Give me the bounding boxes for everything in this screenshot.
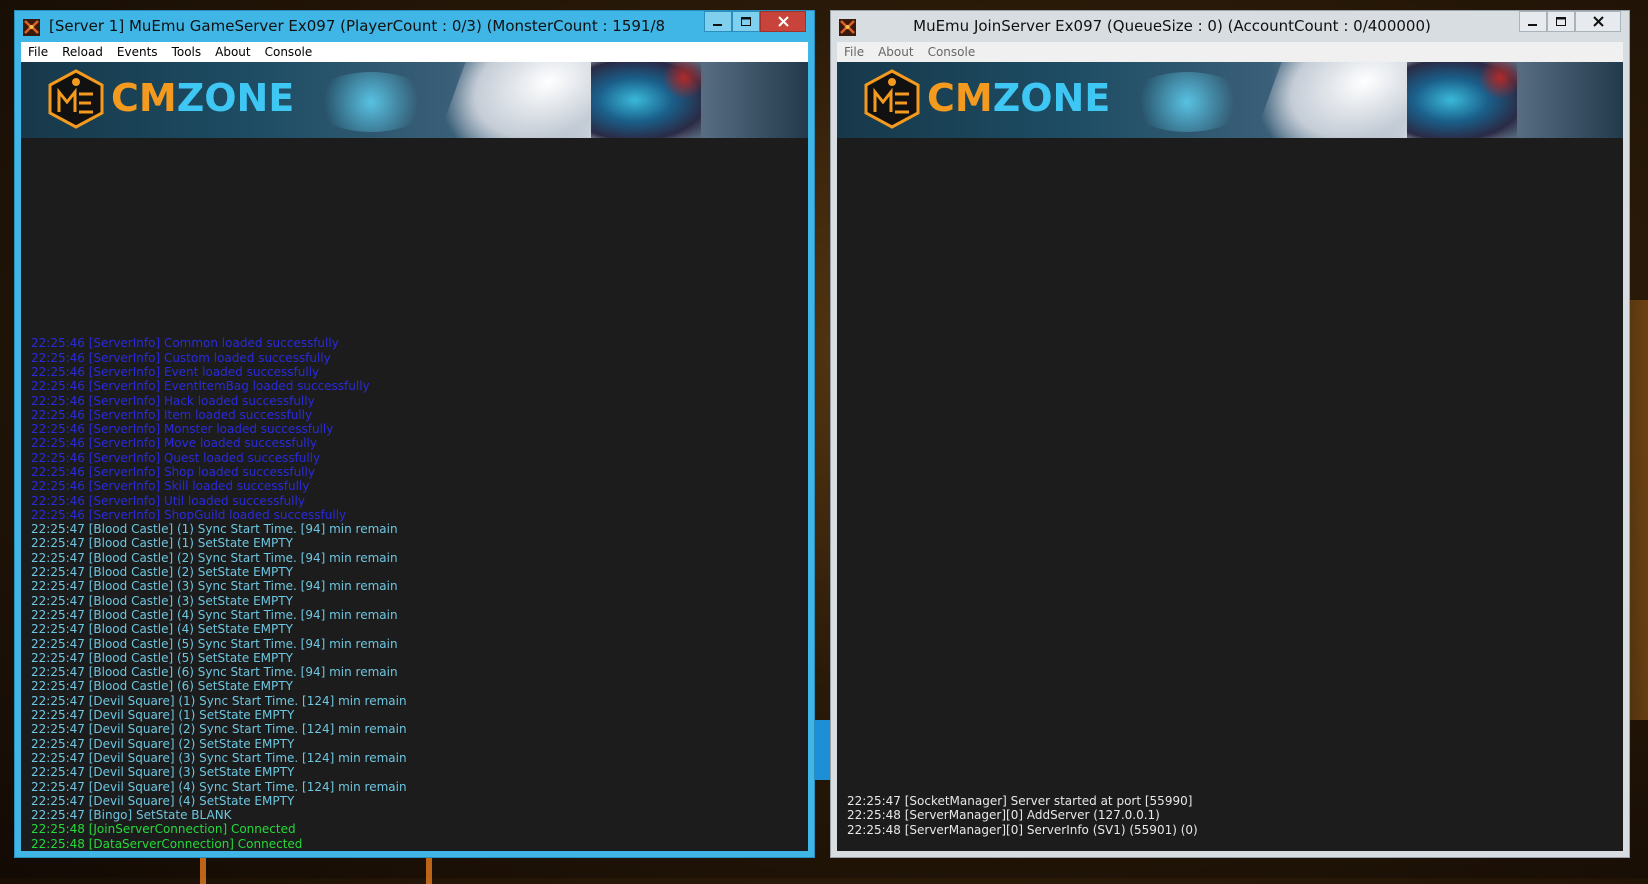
- window-title: MuEmu JoinServer Ex097 (QueueSize : 0) (…: [913, 17, 1431, 35]
- console-line: 22:25:47 [Devil Square] (4) SetState EMP…: [31, 793, 295, 808]
- console-line: 22:25:46 [ServerInfo] Util loaded succes…: [31, 493, 305, 508]
- cmzone-logo-icon: [48, 69, 104, 129]
- joinserver-window: MuEmu JoinServer Ex097 (QueueSize : 0) (…: [830, 10, 1630, 858]
- joinserver-menubar: File About Console: [837, 42, 1623, 62]
- minimize-icon[interactable]: [704, 11, 732, 32]
- console-line: 22:25:46 [ServerInfo] EventItemBag loade…: [31, 379, 370, 394]
- console-line: 22:25:47 [Devil Square] (3) Sync Start T…: [31, 750, 407, 765]
- console-line: 22:25:47 [Devil Square] (2) SetState EMP…: [31, 736, 295, 751]
- joinserver-titlebar[interactable]: MuEmu JoinServer Ex097 (QueueSize : 0) (…: [831, 11, 1629, 42]
- maximize-icon[interactable]: [1547, 11, 1575, 32]
- menu-about[interactable]: About: [208, 45, 257, 59]
- console-line: 22:25:46 [ServerInfo] ShopGuild loaded s…: [31, 507, 347, 522]
- maximize-icon[interactable]: [732, 11, 760, 32]
- console-line: 22:25:47 [Devil Square] (2) Sync Start T…: [31, 722, 407, 737]
- cmzone-logo-text: CMZONE: [927, 76, 1111, 120]
- console-line: 22:25:46 [ServerInfo] Move loaded succes…: [31, 436, 317, 451]
- console-line: 22:25:47 [SocketManager] Server started …: [847, 794, 1193, 809]
- console-line: 22:25:47 [Devil Square] (3) SetState EMP…: [31, 765, 295, 780]
- menu-console[interactable]: Console: [921, 45, 983, 59]
- console-line: 22:25:46 [ServerInfo] Event loaded succe…: [31, 364, 320, 379]
- console-line: 22:25:47 [Blood Castle] (4) Sync Start T…: [31, 607, 398, 622]
- menu-console[interactable]: Console: [258, 45, 320, 59]
- console-line: 22:25:46 [ServerInfo] Custom loaded succ…: [31, 350, 331, 365]
- cmzone-banner: CMZONE: [837, 62, 1623, 138]
- cmzone-logo-icon: [864, 69, 920, 129]
- console-line: 22:25:47 [Blood Castle] (3) Sync Start T…: [31, 579, 398, 594]
- console-line: 22:25:48 [ServerManager][0] AddServer (1…: [847, 808, 1160, 823]
- minimize-icon[interactable]: [1519, 11, 1547, 32]
- console-line: 22:25:46 [ServerInfo] Skill loaded succe…: [31, 479, 310, 494]
- close-icon[interactable]: [760, 11, 806, 32]
- menu-tools[interactable]: Tools: [165, 45, 209, 59]
- server-app-icon[interactable]: [839, 19, 856, 36]
- cmzone-banner: CMZONE: [21, 62, 808, 138]
- gameserver-titlebar[interactable]: [Server 1] MuEmu GameServer Ex097 (Playe…: [15, 11, 814, 42]
- console-line: 22:25:46 [ServerInfo] Shop loaded succes…: [31, 464, 315, 479]
- console-line: 22:25:48 [ServerManager][0] ServerInfo (…: [847, 822, 1198, 837]
- console-line: 22:25:47 [Bingo] SetState BLANK: [31, 808, 232, 823]
- console-line: 22:25:47 [Blood Castle] (5) SetState EMP…: [31, 650, 293, 665]
- console-line: 22:25:46 [ServerInfo] Common loaded succ…: [31, 336, 339, 351]
- window-title: [Server 1] MuEmu GameServer Ex097 (Playe…: [49, 17, 664, 35]
- gameserver-window: [Server 1] MuEmu GameServer Ex097 (Playe…: [14, 10, 815, 858]
- close-icon[interactable]: [1575, 11, 1621, 32]
- console-line: 22:25:47 [Blood Castle] (6) SetState EMP…: [31, 679, 293, 694]
- console-line: 22:25:46 [ServerInfo] Hack loaded succes…: [31, 393, 315, 408]
- joinserver-console[interactable]: 22:25:47 [SocketManager] Server started …: [837, 138, 1623, 851]
- console-line: 22:25:47 [Blood Castle] (1) SetState EMP…: [31, 536, 293, 551]
- console-log: 22:25:46 [ServerInfo] Common loaded succ…: [31, 336, 804, 851]
- console-line: 22:25:47 [Blood Castle] (4) SetState EMP…: [31, 622, 293, 637]
- console-log: 22:25:47 [SocketManager] Server started …: [847, 794, 1619, 837]
- console-line: 22:25:47 [Devil Square] (1) Sync Start T…: [31, 693, 407, 708]
- console-line: 22:25:46 [ServerInfo] Quest loaded succe…: [31, 450, 321, 465]
- console-line: 22:25:47 [Devil Square] (1) SetState EMP…: [31, 708, 295, 723]
- console-line: 22:25:46 [ServerInfo] Monster loaded suc…: [31, 422, 334, 437]
- gameserver-console[interactable]: 22:25:46 [ServerInfo] Common loaded succ…: [21, 138, 808, 851]
- menu-file[interactable]: File: [21, 45, 55, 59]
- console-line: 22:25:47 [Blood Castle] (6) Sync Start T…: [31, 665, 398, 680]
- console-line: 22:25:47 [Blood Castle] (1) Sync Start T…: [31, 522, 398, 537]
- console-line: 22:25:47 [Blood Castle] (3) SetState EMP…: [31, 593, 293, 608]
- console-line: 22:25:48 [DataServerConnection] Connecte…: [31, 836, 303, 851]
- menu-file[interactable]: File: [837, 45, 871, 59]
- gameserver-menubar: File Reload Events Tools About Console: [21, 42, 808, 62]
- console-line: 22:25:47 [Blood Castle] (2) SetState EMP…: [31, 565, 293, 580]
- console-line: 22:25:48 [JoinServerConnection] Connecte…: [31, 822, 296, 837]
- menu-events[interactable]: Events: [110, 45, 165, 59]
- server-app-icon[interactable]: [23, 19, 40, 36]
- console-line: 22:25:46 [ServerInfo] Item loaded succes…: [31, 407, 313, 422]
- menu-about[interactable]: About: [871, 45, 920, 59]
- cmzone-logo-text: CMZONE: [111, 76, 295, 120]
- console-line: 22:25:47 [Blood Castle] (5) Sync Start T…: [31, 636, 398, 651]
- console-line: 22:25:47 [Devil Square] (4) Sync Start T…: [31, 779, 407, 794]
- menu-reload[interactable]: Reload: [55, 45, 110, 59]
- console-line: 22:25:47 [Blood Castle] (2) Sync Start T…: [31, 550, 398, 565]
